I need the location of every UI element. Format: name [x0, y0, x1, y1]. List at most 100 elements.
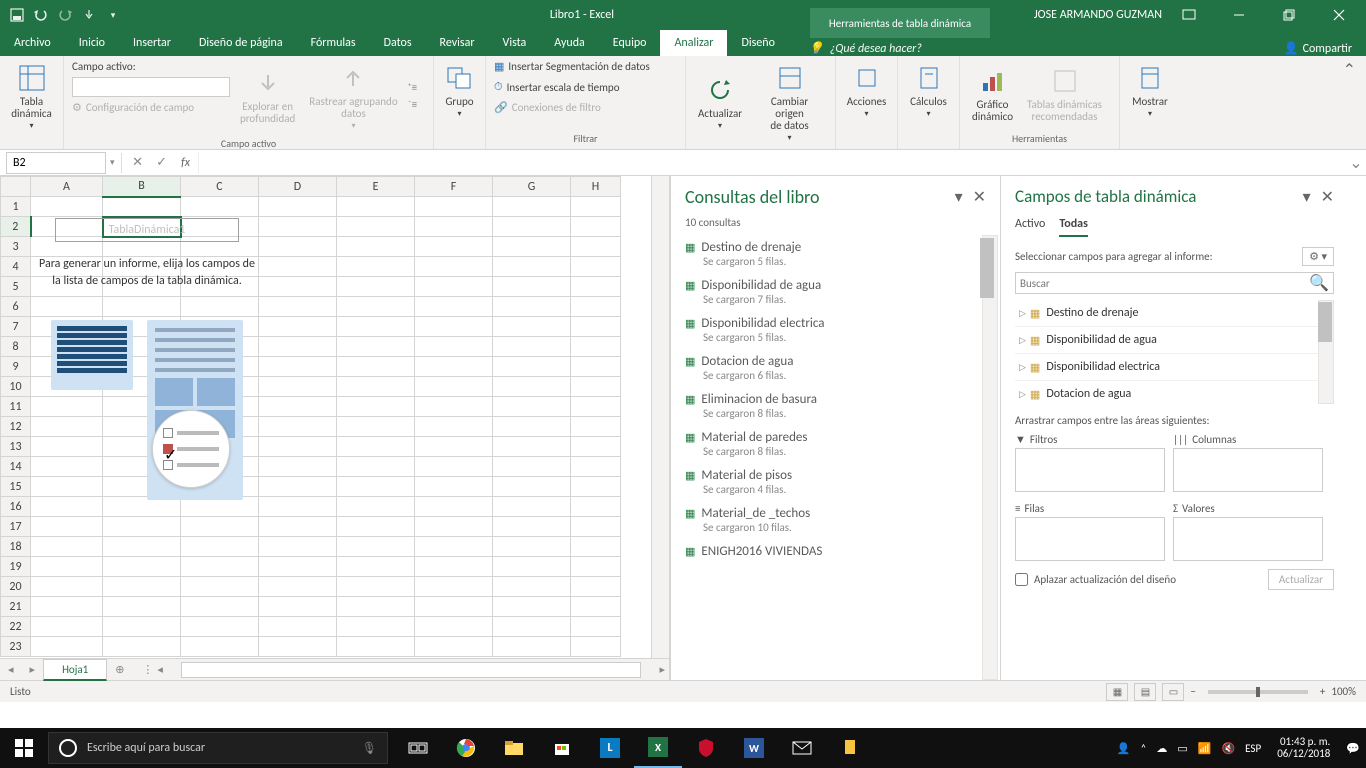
horizontal-scrollbar[interactable]: [181, 662, 642, 678]
enter-formula-icon[interactable]: ✓: [150, 155, 174, 170]
clock[interactable]: 01:43 p. m. 06/12/2018: [1271, 736, 1336, 760]
calculations-button[interactable]: Cálculos▾: [906, 58, 951, 123]
view-pagebreak-icon[interactable]: ▭: [1162, 683, 1184, 701]
tab-archivo[interactable]: Archivo: [0, 30, 65, 56]
group-button[interactable]: Grupo▾: [442, 58, 477, 123]
volume-icon[interactable]: 🔇: [1221, 742, 1235, 755]
query-item[interactable]: ▦Disponibilidad electricaSe cargaron 5 f…: [685, 311, 996, 349]
fx-icon[interactable]: fx: [174, 156, 198, 170]
field-settings-button[interactable]: ⚙Configuración de campo: [72, 99, 230, 116]
expand-icon[interactable]: ▷: [1019, 335, 1026, 346]
area-columns[interactable]: [1173, 448, 1323, 492]
zoom-out-icon[interactable]: −: [1190, 685, 1195, 698]
actions-button[interactable]: Acciones▾: [844, 58, 889, 123]
tab-revisar[interactable]: Revisar: [426, 30, 489, 56]
expand-icon[interactable]: ▷: [1019, 362, 1026, 373]
query-item[interactable]: ▦ENIGH2016 VIVIENDAS: [685, 539, 996, 564]
app-l-icon[interactable]: L: [586, 728, 634, 768]
chrome-icon[interactable]: [442, 728, 490, 768]
fields-search[interactable]: 🔍: [1015, 272, 1334, 294]
touch-mode-icon[interactable]: [78, 4, 100, 26]
pivot-table-button[interactable]: Tabla dinámica▾: [8, 58, 55, 135]
queries-dropdown-icon[interactable]: ▾: [955, 187, 963, 207]
excel-icon[interactable]: X: [634, 728, 682, 768]
store-icon[interactable]: [538, 728, 586, 768]
area-values[interactable]: [1173, 517, 1323, 561]
close-icon[interactable]: [1316, 0, 1362, 30]
queries-scrollbar[interactable]: [982, 235, 998, 680]
zoom-slider[interactable]: [1208, 690, 1308, 694]
ribbon-display-icon[interactable]: [1166, 0, 1212, 30]
word-icon[interactable]: W: [730, 728, 778, 768]
expand-formula-icon[interactable]: ⌄: [1346, 153, 1366, 173]
redo-icon[interactable]: [54, 4, 76, 26]
user-name[interactable]: JOSE ARMANDO GUZMAN: [1034, 8, 1162, 22]
name-box[interactable]: [6, 152, 106, 174]
save-icon[interactable]: [6, 4, 28, 26]
sheet-tab[interactable]: Hoja1: [43, 659, 107, 681]
query-item[interactable]: ▦Destino de drenajeSe cargaron 5 filas.: [685, 235, 996, 273]
area-rows[interactable]: [1015, 517, 1165, 561]
tab-diseno-pagina[interactable]: Diseño de página: [185, 30, 297, 56]
formula-input[interactable]: [198, 152, 1346, 174]
hscroll-left[interactable]: ◂: [153, 663, 167, 676]
field-row[interactable]: ▷▦Disponibilidad electrica: [1015, 354, 1334, 381]
language-indicator[interactable]: ESP: [1245, 742, 1261, 755]
wifi-icon[interactable]: 📶: [1198, 742, 1212, 755]
tab-analizar[interactable]: Analizar: [660, 30, 727, 56]
field-row[interactable]: ▷▦Destino de drenaje: [1015, 300, 1334, 327]
tab-vista[interactable]: Vista: [489, 30, 541, 56]
notifications-icon[interactable]: 💬: [1346, 742, 1360, 755]
tab-formulas[interactable]: Fórmulas: [297, 30, 370, 56]
collapse-icon[interactable]: ⁻≡: [408, 98, 418, 111]
active-field-input[interactable]: [72, 77, 230, 97]
minimize-icon[interactable]: [1216, 0, 1262, 30]
change-source-button[interactable]: Cambiar origen de datos▾: [752, 58, 827, 147]
tab-diseno[interactable]: Diseño: [727, 30, 788, 56]
hscroll-right[interactable]: ▸: [655, 663, 669, 676]
new-sheet-icon[interactable]: ⊕: [107, 663, 132, 676]
taskbar-search[interactable]: Escribe aquí para buscar 🎙: [48, 732, 388, 764]
onedrive-icon[interactable]: ☁: [1156, 742, 1167, 755]
fields-dropdown-icon[interactable]: ▾: [1303, 187, 1311, 207]
tab-insertar[interactable]: Insertar: [119, 30, 185, 56]
fields-layout-icon[interactable]: ⚙ ▾: [1302, 247, 1334, 266]
mail-icon[interactable]: [778, 728, 826, 768]
defer-checkbox[interactable]: [1015, 573, 1028, 586]
share-button[interactable]: 👤Compartir: [1284, 41, 1352, 56]
query-item[interactable]: ▦Eliminacion de basuraSe cargaron 8 fila…: [685, 387, 996, 425]
sheet-nav-prev[interactable]: ◂: [0, 663, 22, 676]
start-button[interactable]: [0, 728, 48, 768]
query-item[interactable]: ▦Material_de _techosSe cargaron 10 filas…: [685, 501, 996, 539]
query-item[interactable]: ▦Material de paredesSe cargaron 8 filas.: [685, 425, 996, 463]
app-yellow-icon[interactable]: [826, 728, 874, 768]
fields-scrollbar[interactable]: [1318, 300, 1334, 404]
tab-equipo[interactable]: Equipo: [599, 30, 661, 56]
view-layout-icon[interactable]: ▤: [1134, 683, 1156, 701]
insert-timeline-button[interactable]: ⏱Insertar escala de tiempo: [494, 78, 677, 96]
fields-search-input[interactable]: [1020, 277, 1309, 290]
field-row[interactable]: ▷▦Disponibilidad de agua: [1015, 327, 1334, 354]
fields-tab-active[interactable]: Activo: [1015, 213, 1045, 237]
tab-datos[interactable]: Datos: [370, 30, 426, 56]
query-item[interactable]: ▦Disponibilidad de aguaSe cargaron 7 fil…: [685, 273, 996, 311]
maximize-icon[interactable]: [1266, 0, 1312, 30]
tell-me[interactable]: 💡¿Qué desea hacer?: [809, 41, 922, 56]
battery-icon[interactable]: ▭: [1177, 742, 1187, 755]
zoom-in-icon[interactable]: +: [1320, 685, 1325, 698]
view-normal-icon[interactable]: ▦: [1106, 683, 1128, 701]
task-view-icon[interactable]: [394, 728, 442, 768]
fields-tab-all[interactable]: Todas: [1059, 213, 1088, 237]
refresh-button[interactable]: Actualizar▾: [694, 58, 746, 147]
expand-icon[interactable]: ⁺≡: [408, 81, 418, 94]
area-filters[interactable]: [1015, 448, 1165, 492]
undo-icon[interactable]: [30, 4, 52, 26]
sheet-nav-next[interactable]: ▸: [22, 663, 44, 676]
tab-inicio[interactable]: Inicio: [65, 30, 119, 56]
worksheet-grid[interactable]: ABCDEFGH12345678910111213141516171819202…: [0, 176, 651, 658]
cancel-formula-icon[interactable]: ✕: [126, 155, 150, 170]
insert-slicer-button[interactable]: ▦Insertar Segmentación de datos: [494, 58, 677, 75]
show-button[interactable]: Mostrar▾: [1128, 58, 1172, 123]
pivot-chart-button[interactable]: Gráfico dinámico: [968, 58, 1017, 130]
vertical-scrollbar[interactable]: [651, 176, 669, 658]
